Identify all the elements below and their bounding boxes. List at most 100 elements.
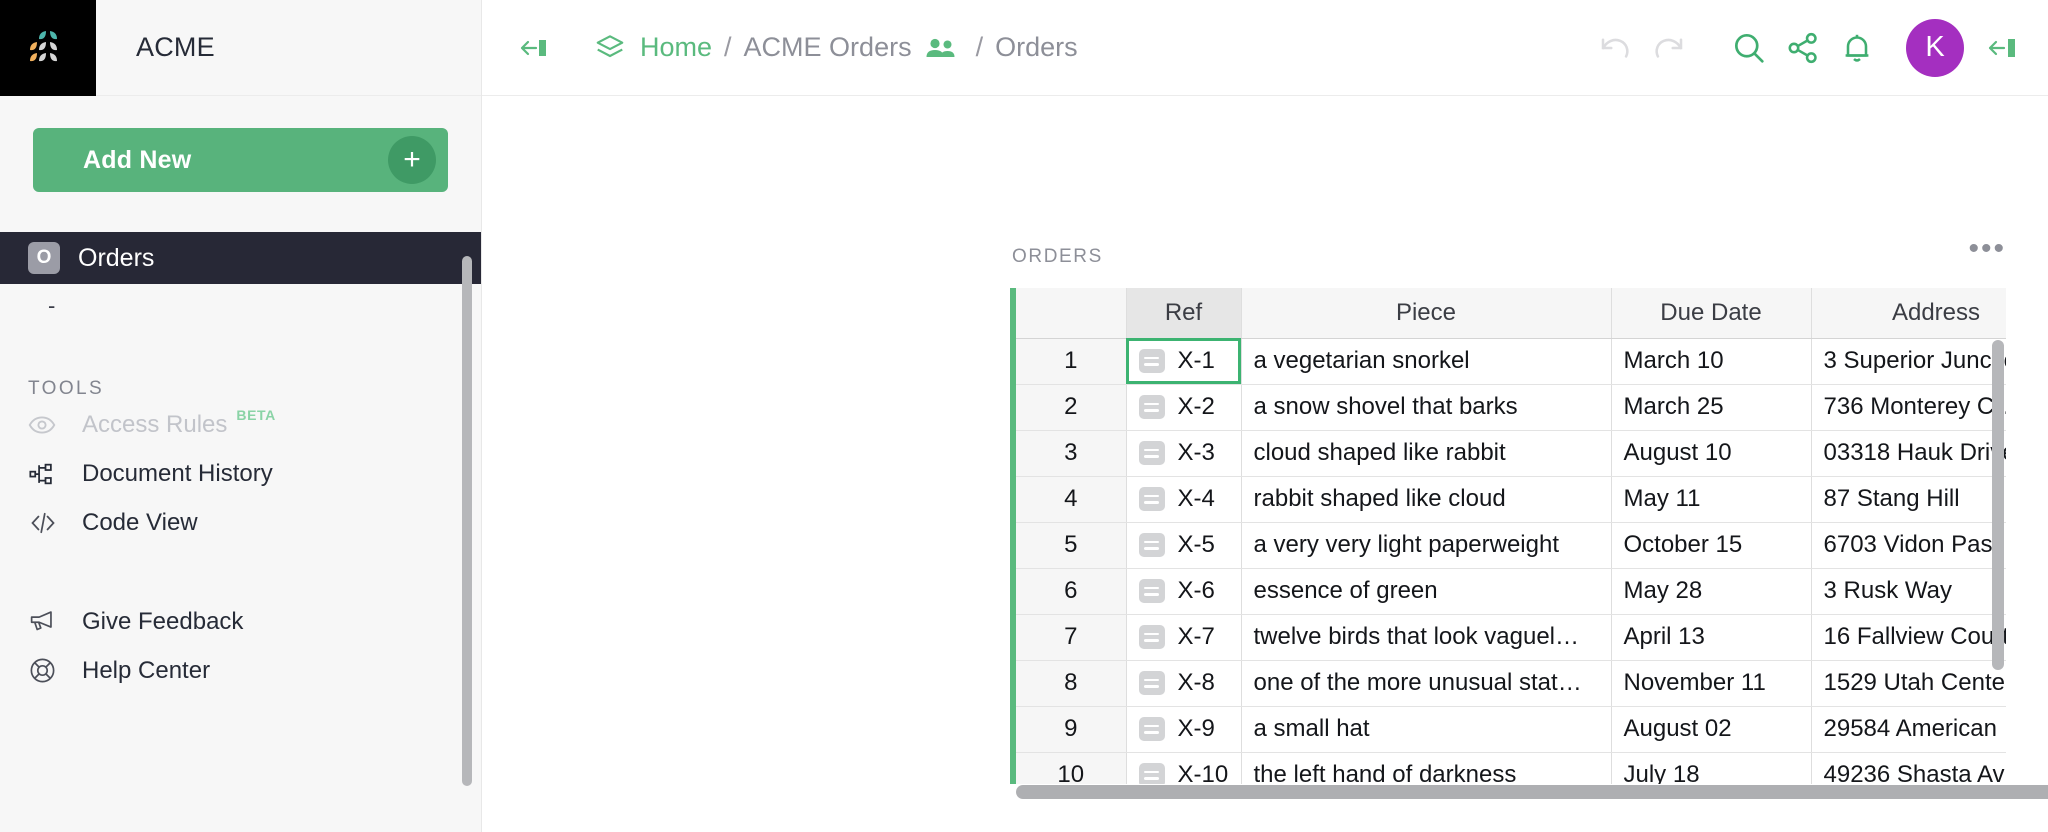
row-number[interactable]: 6 <box>1016 568 1126 614</box>
column-header-address[interactable]: Address <box>1811 288 2006 338</box>
column-header-due-date[interactable]: Due Date <box>1611 288 1811 338</box>
cell-piece[interactable]: one of the more unusual stat… <box>1241 660 1611 706</box>
table-row[interactable]: 5X-5a very very light paperweightOctober… <box>1016 522 2006 568</box>
bell-icon[interactable] <box>1830 21 1884 75</box>
ellipsis-icon[interactable]: ••• <box>1968 241 2006 256</box>
cell-ref[interactable]: X-10 <box>1126 752 1241 784</box>
cell-ref[interactable]: X-4 <box>1126 476 1241 522</box>
cell-due-date[interactable]: October 15 <box>1611 522 1811 568</box>
table-row[interactable]: 6X-6essence of greenMay 283 Rusk Wayrain… <box>1016 568 2006 614</box>
cell-due-date[interactable]: July 18 <box>1611 752 1811 784</box>
cell-piece[interactable]: a small hat <box>1241 706 1611 752</box>
cell-ref[interactable]: X-6 <box>1126 568 1241 614</box>
row-number[interactable]: 10 <box>1016 752 1126 784</box>
plus-icon: + <box>388 136 436 184</box>
search-icon[interactable] <box>1722 21 1776 75</box>
cell-address[interactable]: 49236 Shasta Av… <box>1811 752 2006 784</box>
table-row[interactable]: 7X-7twelve birds that look vaguel…April … <box>1016 614 2006 660</box>
table-row[interactable]: 2X-2a snow shovel that barksMarch 25736 … <box>1016 384 2006 430</box>
cell-due-date[interactable]: March 25 <box>1611 384 1811 430</box>
avatar[interactable]: K <box>1906 19 1964 77</box>
undo-icon[interactable] <box>1588 21 1642 75</box>
cell-address[interactable]: 1529 Utah Center <box>1811 660 2006 706</box>
table-row[interactable]: 4X-4rabbit shaped like cloudMay 1187 Sta… <box>1016 476 2006 522</box>
redo-icon[interactable] <box>1642 21 1696 75</box>
collapse-right-panel-icon[interactable] <box>1982 28 2028 68</box>
reference-icon <box>1139 533 1165 557</box>
cell-piece[interactable]: twelve birds that look vaguel… <box>1241 614 1611 660</box>
row-number[interactable]: 2 <box>1016 384 1126 430</box>
table-row[interactable]: 9 X-9 a small hatAugust 0229584 American …… <box>1016 706 2006 752</box>
cell-due-date[interactable]: March 10 <box>1611 338 1811 384</box>
column-header-rownum[interactable] <box>1016 288 1126 338</box>
cell-ref[interactable]: X-1 <box>1126 338 1241 384</box>
grid-vertical-scrollbar[interactable] <box>1992 340 2004 670</box>
cell-piece[interactable]: the left hand of darkness <box>1241 752 1611 784</box>
row-number[interactable]: 1 <box>1016 338 1126 384</box>
cell-ref[interactable]: X-5 <box>1126 522 1241 568</box>
row-number[interactable]: 9 <box>1016 706 1126 752</box>
cell-due-date[interactable]: November 11 <box>1611 660 1811 706</box>
tool-item-access-rules[interactable]: Access Rules BETA <box>0 400 481 449</box>
table-row[interactable]: 8X-8one of the more unusual stat…Novembe… <box>1016 660 2006 706</box>
breadcrumb-home[interactable]: Home <box>640 32 712 63</box>
grid-horizontal-scrollbar-thumb[interactable] <box>1016 785 2048 799</box>
cell-piece[interactable]: cloud shaped like rabbit <box>1241 430 1611 476</box>
row-number[interactable]: 3 <box>1016 430 1126 476</box>
tool-item-code-view[interactable]: Code View <box>0 498 481 547</box>
cell-ref[interactable]: X-7 <box>1126 614 1241 660</box>
cell-piece[interactable]: a snow shovel that barks <box>1241 384 1611 430</box>
breadcrumb-page[interactable]: Orders <box>995 32 1078 63</box>
table-row[interactable]: 3X-3cloud shaped like rabbitAugust 10033… <box>1016 430 2006 476</box>
row-number[interactable]: 7 <box>1016 614 1126 660</box>
column-header-piece[interactable]: Piece <box>1241 288 1611 338</box>
org-name[interactable]: ACME <box>96 0 481 95</box>
cell-ref[interactable]: X-9 <box>1126 706 1241 752</box>
users-icon[interactable] <box>924 35 958 61</box>
cell-ref[interactable]: X-3 <box>1126 430 1241 476</box>
sidebar-item-orders[interactable]: O Orders <box>0 232 481 284</box>
cell-ref[interactable]: X-2 <box>1126 384 1241 430</box>
row-number[interactable]: 5 <box>1016 522 1126 568</box>
cell-address[interactable]: 03318 Hauk Drive <box>1811 430 2006 476</box>
code-brackets-icon <box>28 508 62 538</box>
layers-icon[interactable] <box>594 32 626 64</box>
table-row[interactable]: 1X-1a vegetarian snorkelMarch 103 Superi… <box>1016 338 2006 384</box>
cell-piece[interactable]: rabbit shaped like cloud <box>1241 476 1611 522</box>
cell-due-date[interactable]: August 10 <box>1611 430 1811 476</box>
table-row[interactable]: 10X-10the left hand of darknessJuly 1849… <box>1016 752 2006 784</box>
cell-address[interactable]: 736 Monterey Cr… <box>1811 384 2006 430</box>
cell-due-date[interactable]: August 02 <box>1611 706 1811 752</box>
cell-text: X-9 <box>1178 715 1215 743</box>
cell-address[interactable]: 29584 American … <box>1811 706 2006 752</box>
add-new-button[interactable]: Add New + <box>33 128 448 192</box>
tool-item-help-center[interactable]: Help Center <box>0 646 481 695</box>
cell-address[interactable]: 87 Stang Hill <box>1811 476 2006 522</box>
sidebar-vertical-scrollbar[interactable] <box>462 256 472 786</box>
cell-piece[interactable]: a vegetarian snorkel <box>1241 338 1611 384</box>
grist-leaves-logo[interactable] <box>0 0 96 96</box>
reference-icon <box>1139 717 1165 741</box>
reference-icon <box>1139 625 1165 649</box>
cell-due-date[interactable]: May 11 <box>1611 476 1811 522</box>
cell-piece[interactable]: a very very light paperweight <box>1241 522 1611 568</box>
cell-due-date[interactable]: April 13 <box>1611 614 1811 660</box>
collapse-left-panel-icon[interactable] <box>512 28 558 68</box>
column-header-ref[interactable]: Ref <box>1126 288 1241 338</box>
breadcrumb-document[interactable]: ACME Orders <box>744 32 912 63</box>
share-nodes-icon[interactable] <box>1776 21 1830 75</box>
cell-address[interactable]: 3 Superior Junction <box>1811 338 2006 384</box>
cell-piece[interactable]: essence of green <box>1241 568 1611 614</box>
tool-item-give-feedback[interactable]: Give Feedback <box>0 597 481 646</box>
row-number[interactable]: 8 <box>1016 660 1126 706</box>
grid-horizontal-scrollbar-track[interactable] <box>1016 785 2006 799</box>
cell-address[interactable]: 16 Fallview Court <box>1811 614 2006 660</box>
grid-body: Ref Piece Due Date Address Email Phone 1… <box>1016 288 2006 784</box>
tool-item-document-history[interactable]: Document History <box>0 449 481 498</box>
row-number[interactable]: 4 <box>1016 476 1126 522</box>
cell-address[interactable]: 6703 Vidon Pass <box>1811 522 2006 568</box>
cell-ref[interactable]: X-8 <box>1126 660 1241 706</box>
cell-address[interactable]: 3 Rusk Way <box>1811 568 2006 614</box>
sidebar-item-placeholder[interactable]: - <box>0 284 481 328</box>
cell-due-date[interactable]: May 28 <box>1611 568 1811 614</box>
